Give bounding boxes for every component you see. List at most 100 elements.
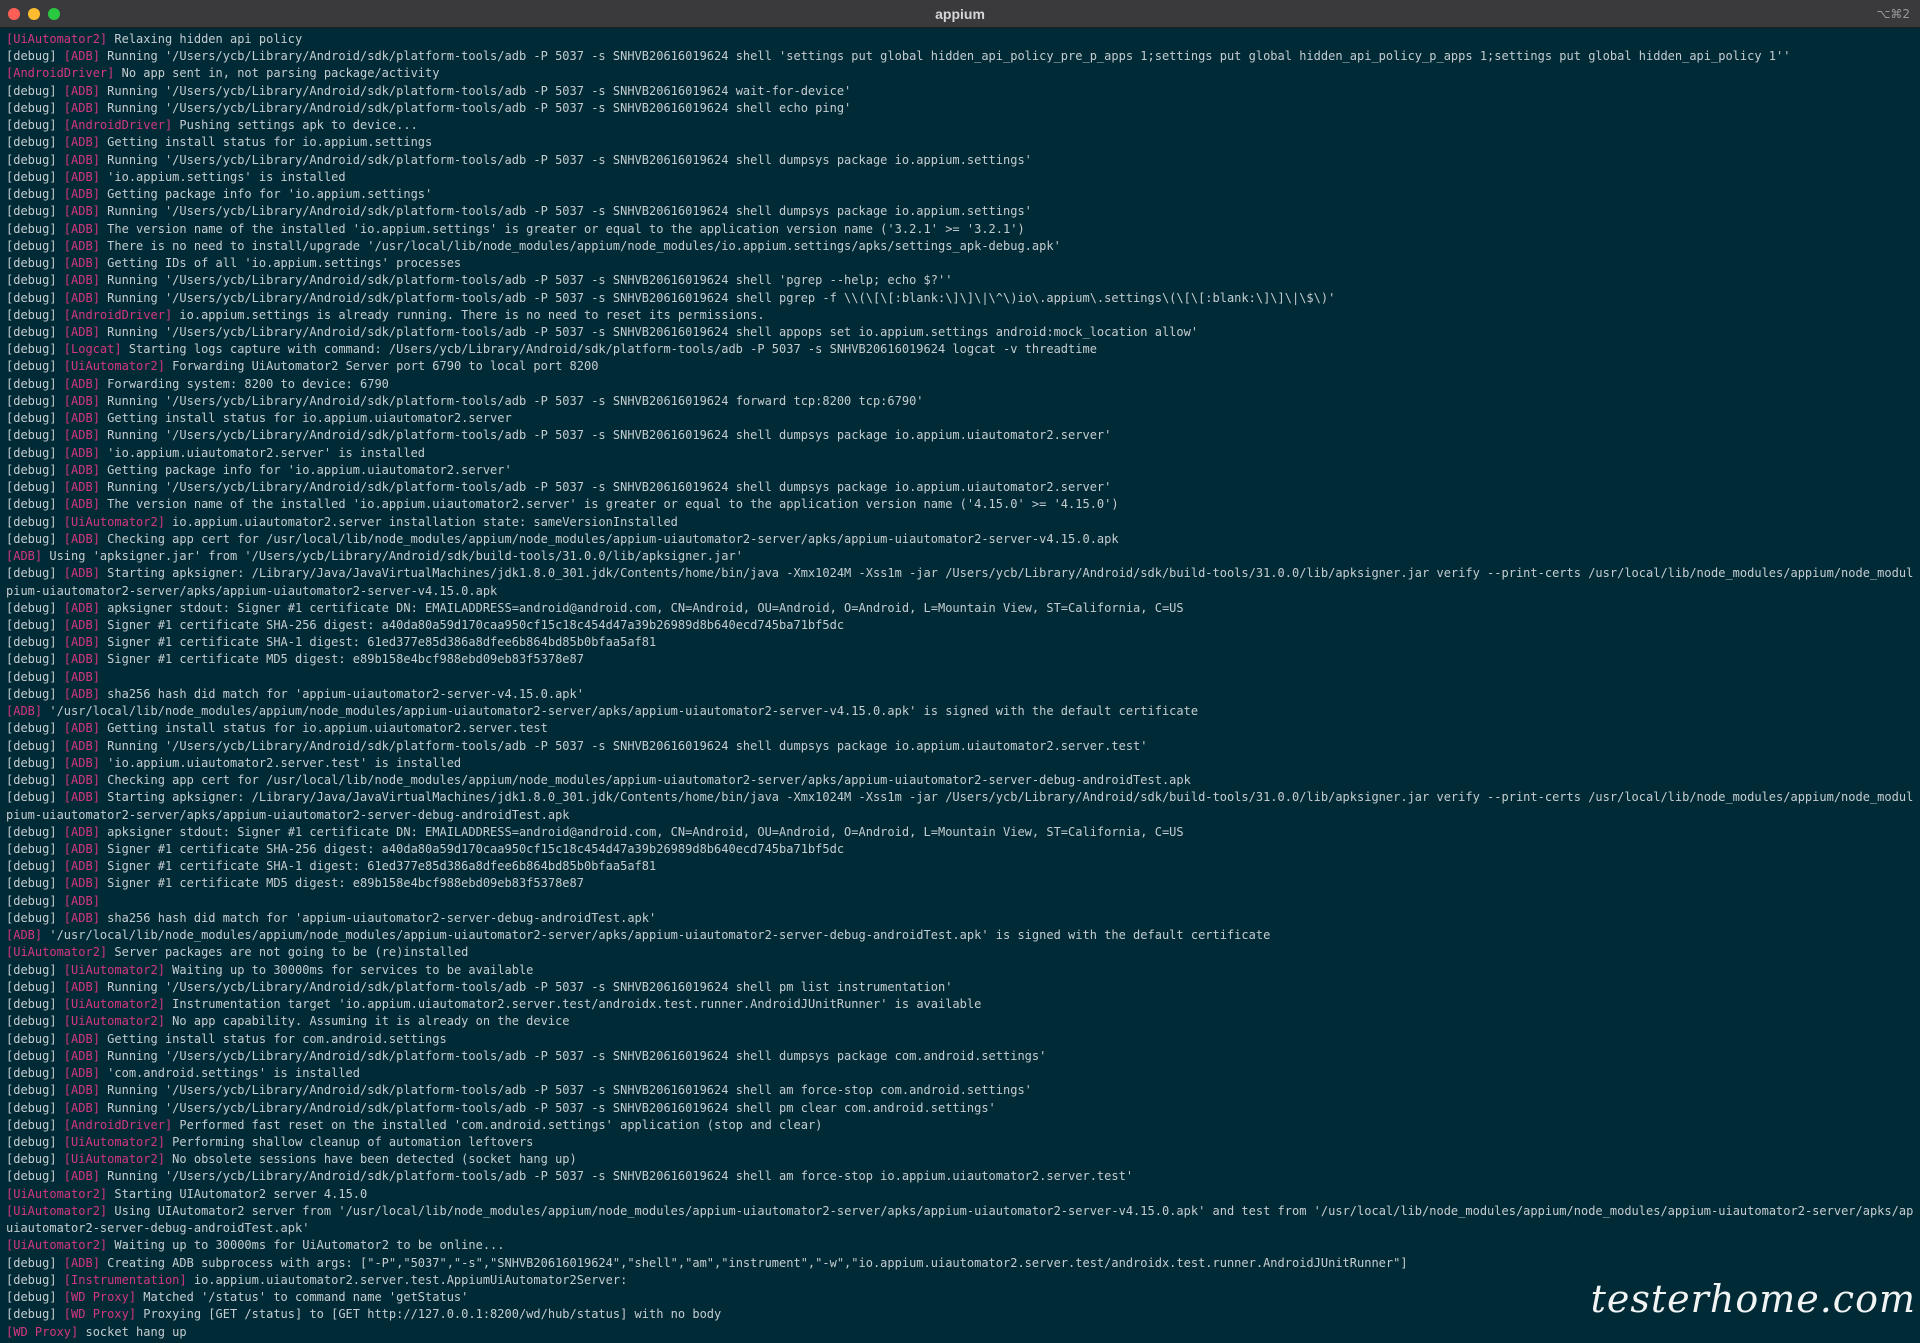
log-line: [debug] [ADB] There is no need to instal… bbox=[6, 238, 1914, 255]
log-line: [debug] [Logcat] Starting logs capture w… bbox=[6, 341, 1914, 358]
log-message: Running '/Users/ycb/Library/Android/sdk/… bbox=[99, 393, 924, 408]
log-level: [debug] bbox=[6, 514, 64, 529]
log-level: [debug] bbox=[6, 376, 64, 391]
log-source-tag: [ADB] bbox=[63, 635, 100, 650]
log-source-tag: [UiAutomator2] bbox=[63, 1014, 165, 1029]
log-message: Performed fast reset on the installed 'c… bbox=[172, 1117, 823, 1132]
window-titlebar: appium ⌥⌘2 bbox=[0, 0, 1920, 28]
log-line: [debug] [AndroidDriver] Pushing settings… bbox=[6, 117, 1914, 134]
log-level: [debug] bbox=[6, 290, 64, 305]
log-message: Running '/Users/ycb/Library/Android/sdk/… bbox=[99, 83, 852, 98]
log-line: [debug] [ADB] Getting install status for… bbox=[6, 720, 1914, 737]
log-level: [debug] bbox=[6, 83, 64, 98]
log-source-tag: [UiAutomator2] bbox=[6, 1238, 108, 1253]
window-shortcut-label: ⌥⌘2 bbox=[1876, 7, 1910, 21]
log-line: [debug] [ADB] Forwarding system: 8200 to… bbox=[6, 376, 1914, 393]
log-source-tag: [ADB] bbox=[63, 376, 100, 391]
log-line: [debug] [ADB] Signer #1 certificate MD5 … bbox=[6, 651, 1914, 668]
log-source-tag: [WD Proxy] bbox=[63, 1307, 137, 1322]
log-message: Running '/Users/ycb/Library/Android/sdk/… bbox=[99, 290, 1336, 305]
log-level: [debug] bbox=[6, 773, 64, 788]
log-level: [debug] bbox=[6, 273, 64, 288]
log-line: [debug] [ADB] 'io.appium.settings' is in… bbox=[6, 169, 1914, 186]
log-message: apksigner stdout: Signer #1 certificate … bbox=[99, 824, 1184, 839]
log-message: Creating ADB subprocess with args: ["-P"… bbox=[99, 1255, 1408, 1270]
log-level: [debug] bbox=[6, 135, 64, 150]
log-message: Starting logs capture with command: /Use… bbox=[121, 342, 1097, 357]
log-source-tag: [ADB] bbox=[63, 1066, 100, 1081]
log-line: [debug] [ADB] apksigner stdout: Signer #… bbox=[6, 600, 1914, 617]
log-level: [debug] bbox=[6, 962, 64, 977]
log-source-tag: [ADB] bbox=[63, 428, 100, 443]
log-level: [debug] bbox=[6, 617, 64, 632]
terminal-output[interactable]: [UiAutomator2] Relaxing hidden api polic… bbox=[0, 31, 1920, 1343]
log-message: apksigner stdout: Signer #1 certificate … bbox=[99, 600, 1184, 615]
log-source-tag: [ADB] bbox=[63, 100, 100, 115]
log-source-tag: [AndroidDriver] bbox=[63, 118, 173, 133]
log-source-tag: [ADB] bbox=[63, 686, 100, 701]
log-message: Running '/Users/ycb/Library/Android/sdk/… bbox=[99, 100, 852, 115]
log-message: No app capability. Assuming it is alread… bbox=[164, 1014, 570, 1029]
log-source-tag: [ADB] bbox=[63, 566, 100, 581]
log-source-tag: [UiAutomator2] bbox=[63, 359, 165, 374]
log-source-tag: [AndroidDriver] bbox=[63, 307, 173, 322]
log-line: [debug] [ADB] 'io.appium.uiautomator2.se… bbox=[6, 445, 1914, 462]
log-line: [debug] [ADB] Signer #1 certificate MD5 … bbox=[6, 875, 1914, 892]
log-line: [debug] [ADB] Getting install status for… bbox=[6, 410, 1914, 427]
log-source-tag: [UiAutomator2] bbox=[6, 1186, 108, 1201]
log-message: sha256 hash did match for 'appium-uiauto… bbox=[99, 910, 657, 925]
log-level: [debug] bbox=[6, 635, 64, 650]
log-line: [UiAutomator2] Waiting up to 30000ms for… bbox=[6, 1237, 1914, 1254]
log-message: Running '/Users/ycb/Library/Android/sdk/… bbox=[99, 324, 1199, 339]
log-source-tag: [ADB] bbox=[63, 462, 100, 477]
log-level: [debug] bbox=[6, 566, 64, 581]
log-line: [debug] [ADB] Creating ADB subprocess wi… bbox=[6, 1255, 1914, 1272]
log-line: [debug] [ADB] Checking app cert for /usr… bbox=[6, 531, 1914, 548]
log-line: [debug] [ADB] Getting install status for… bbox=[6, 134, 1914, 151]
log-source-tag: [ADB] bbox=[63, 1255, 100, 1270]
log-message: Using 'apksigner.jar' from '/Users/ycb/L… bbox=[42, 549, 743, 564]
log-line: [UiAutomator2] Server packages are not g… bbox=[6, 944, 1914, 961]
log-source-tag: [ADB] bbox=[63, 393, 100, 408]
watermark-logo: testerhome.com bbox=[1590, 1277, 1916, 1321]
log-source-tag: [ADB] bbox=[63, 256, 100, 271]
log-line: [debug] [UiAutomator2] No app capability… bbox=[6, 1013, 1914, 1030]
log-line: [debug] [ADB] 'io.appium.uiautomator2.se… bbox=[6, 755, 1914, 772]
log-source-tag: [ADB] bbox=[63, 152, 100, 167]
log-source-tag: [ADB] bbox=[63, 49, 100, 64]
log-level: [debug] bbox=[6, 824, 64, 839]
log-source-tag: [ADB] bbox=[6, 549, 43, 564]
log-level: [debug] bbox=[6, 531, 64, 546]
log-level: [debug] bbox=[6, 652, 64, 667]
log-message: Running '/Users/ycb/Library/Android/sdk/… bbox=[99, 480, 1112, 495]
log-message: Getting install status for com.android.s… bbox=[99, 1031, 447, 1046]
log-source-tag: [ADB] bbox=[63, 773, 100, 788]
log-line: [debug] [ADB] sha256 hash did match for … bbox=[6, 686, 1914, 703]
log-line: [debug] [UiAutomator2] Instrumentation t… bbox=[6, 996, 1914, 1013]
log-source-tag: [Instrumentation] bbox=[63, 1272, 187, 1287]
log-source-tag: [ADB] bbox=[63, 790, 100, 805]
log-level: [debug] bbox=[6, 979, 64, 994]
log-level: [debug] bbox=[6, 1014, 64, 1029]
log-line: [debug] [ADB] Running '/Users/ycb/Librar… bbox=[6, 479, 1914, 496]
log-message: Checking app cert for /usr/local/lib/nod… bbox=[99, 531, 1119, 546]
log-message: Running '/Users/ycb/Library/Android/sdk/… bbox=[99, 738, 1148, 753]
log-message: Running '/Users/ycb/Library/Android/sdk/… bbox=[99, 428, 1112, 443]
log-level: [debug] bbox=[6, 1031, 64, 1046]
log-level: [debug] bbox=[6, 204, 64, 219]
log-line: [debug] [ADB] Getting package info for '… bbox=[6, 186, 1914, 203]
log-line: [debug] [ADB] 'com.android.settings' is … bbox=[6, 1065, 1914, 1082]
log-source-tag: [ADB] bbox=[63, 859, 100, 874]
log-level: [debug] bbox=[6, 842, 64, 857]
log-source-tag: [ADB] bbox=[63, 842, 100, 857]
log-source-tag: [ADB] bbox=[63, 135, 100, 150]
log-message: Running '/Users/ycb/Library/Android/sdk/… bbox=[99, 979, 953, 994]
log-message: 'io.appium.uiautomator2.server' is insta… bbox=[99, 445, 426, 460]
log-level: [debug] bbox=[6, 238, 64, 253]
log-line: [debug] [ADB] Running '/Users/ycb/Librar… bbox=[6, 1082, 1914, 1099]
log-level: [debug] bbox=[6, 1272, 64, 1287]
log-source-tag: [ADB] bbox=[63, 273, 100, 288]
log-message: pium-uiautomator2-server/apks/appium-uia… bbox=[6, 807, 570, 822]
log-line: [debug] [ADB] Running '/Users/ycb/Librar… bbox=[6, 1048, 1914, 1065]
log-source-tag: [ADB] bbox=[63, 445, 100, 460]
